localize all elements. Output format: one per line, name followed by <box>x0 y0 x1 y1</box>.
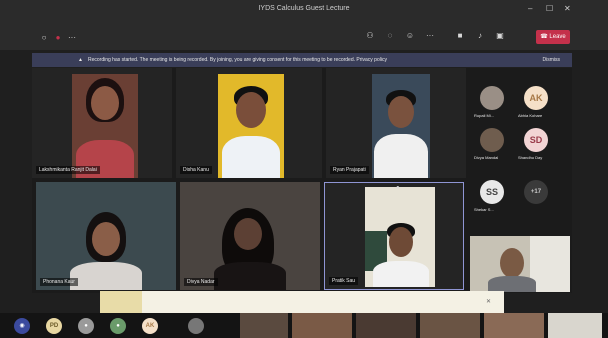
taskbar-avatar[interactable]: AK <box>142 318 158 334</box>
participant-name: Divya Nadar <box>184 278 218 286</box>
avatar-label: Divya Mandal <box>474 155 499 160</box>
avatar-label: Abhia Kohare <box>518 113 543 118</box>
avatar[interactable] <box>480 86 504 110</box>
video-tile[interactable]: Ryan Prajapati <box>326 68 466 178</box>
recording-indicator-icon: ● <box>55 33 61 42</box>
taskbar-video-thumbnail[interactable] <box>292 313 352 338</box>
minimize-icon[interactable]: – <box>528 4 532 13</box>
taskbar-video-thumbnail[interactable] <box>240 313 288 338</box>
warning-icon: ▲ <box>78 57 83 63</box>
participant-video <box>372 74 430 178</box>
reactions-icon[interactable]: ☺ <box>404 30 416 42</box>
banner-text: Recording has started. The meeting is be… <box>88 57 387 63</box>
avatar-label: Shandhu Day <box>518 155 543 160</box>
participant-name: Phonana Kaur <box>40 278 78 286</box>
taskbar-video-thumbnail[interactable] <box>484 313 544 338</box>
taskbar-avatar[interactable]: ● <box>78 318 94 334</box>
participant-name: Lakshmikanta Ranjit Dalai <box>36 166 100 174</box>
recording-banner: ▲ Recording has started. The meeting is … <box>32 53 572 67</box>
taskbar-video-thumbnail[interactable] <box>356 313 416 338</box>
taskbar-avatar[interactable]: ● <box>110 318 126 334</box>
avatar[interactable]: SS <box>480 180 504 204</box>
taskbar-avatar[interactable]: PD <box>46 318 62 334</box>
avatar-label: Shekar S... <box>474 207 494 212</box>
avatar[interactable]: AK <box>524 86 548 110</box>
camera-icon[interactable]: ■ <box>454 30 466 42</box>
video-tile[interactable]: Phonana Kaur <box>36 182 176 290</box>
close-window-icon[interactable]: ✕ <box>564 4 571 13</box>
overlay-accent <box>100 291 142 313</box>
leave-button[interactable]: ☎ Leave <box>536 30 570 44</box>
chat-icon[interactable]: ◌ <box>384 30 396 42</box>
taskbar-video-thumbnail[interactable] <box>420 313 480 338</box>
participant-video <box>365 187 435 287</box>
share-screen-icon[interactable]: ▣ <box>494 30 506 42</box>
participant-video <box>218 74 284 178</box>
participant-name: Pratik Sau <box>329 277 359 285</box>
pin-icon[interactable]: ● <box>396 185 400 191</box>
meeting-toolbar <box>0 22 608 50</box>
participants-icon[interactable]: ⚇ <box>364 30 376 42</box>
window-title: IYDS Calculus Guest Lecture <box>258 5 350 12</box>
dismiss-button[interactable]: Dismiss <box>543 53 561 67</box>
microphone-icon[interactable]: ♪ <box>474 30 486 42</box>
participant-video <box>180 182 320 290</box>
title-bar: IYDS Calculus Guest Lecture – ☐ ✕ <box>0 0 608 22</box>
video-tile[interactable]: Divya Nadar <box>180 182 320 290</box>
participant-name: Disha Kanu <box>180 166 212 174</box>
avatar[interactable]: SD <box>524 128 548 152</box>
notification-overlay: ✕ <box>100 291 504 313</box>
maximize-icon[interactable]: ☐ <box>546 4 553 13</box>
taskbar-avatar[interactable] <box>188 318 204 334</box>
video-tile[interactable]: Disha Kanu <box>176 68 322 178</box>
video-tile[interactable]: Lakshmikanta Ranjit Dalai <box>32 68 172 178</box>
shield-icon: ○ <box>41 33 47 42</box>
close-icon[interactable]: ✕ <box>486 298 491 305</box>
avatar[interactable] <box>480 128 504 152</box>
leave-label: Leave <box>549 34 566 40</box>
participant-video <box>470 236 570 292</box>
meeting-timer: ··· <box>68 33 76 42</box>
video-tile-active-speaker[interactable]: ● Pratik Sau <box>324 182 464 290</box>
participant-video <box>72 74 138 178</box>
participant-video <box>36 182 176 290</box>
video-tile[interactable] <box>470 236 570 292</box>
start-icon[interactable]: ◉ <box>14 318 30 334</box>
more-actions-icon[interactable]: ··· <box>424 30 436 42</box>
taskbar-video-thumbnail[interactable] <box>548 313 602 338</box>
avatar-label: Rupali Mi... <box>474 113 495 118</box>
participant-name: Ryan Prajapati <box>330 166 369 174</box>
more-participants-badge[interactable]: +17 <box>524 180 548 204</box>
